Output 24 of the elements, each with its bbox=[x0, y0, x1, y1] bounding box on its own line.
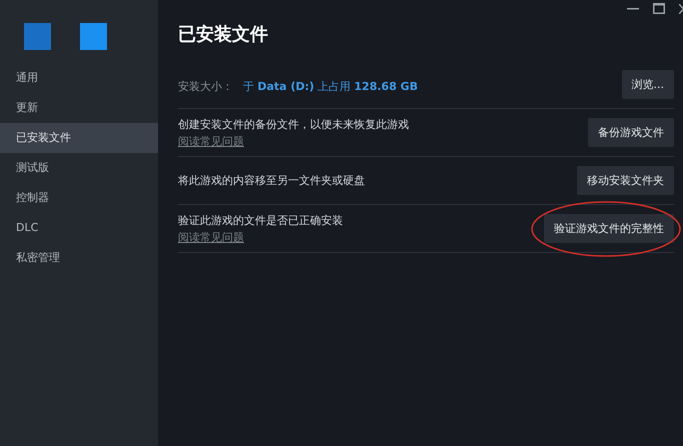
action-button[interactable]: 验证游戏文件的完整性 bbox=[544, 214, 674, 243]
action-button[interactable]: 备份游戏文件 bbox=[588, 118, 674, 147]
minimize-icon[interactable] bbox=[627, 8, 639, 10]
install-size-label: 安装大小： bbox=[178, 80, 233, 92]
sidebar-item[interactable]: 私密管理 bbox=[0, 243, 158, 273]
sidebar-item[interactable]: 通用 bbox=[0, 63, 158, 93]
maximize-icon[interactable] bbox=[653, 3, 665, 14]
close-icon[interactable] bbox=[679, 4, 683, 14]
action-button[interactable]: 移动安装文件夹 bbox=[577, 166, 674, 195]
sidebar-item[interactable]: DLC bbox=[0, 213, 158, 243]
faq-link[interactable]: 阅读常见问题 bbox=[178, 134, 409, 148]
browse-button[interactable]: 浏览... bbox=[622, 70, 674, 98]
sidebar-item[interactable]: 更新 bbox=[0, 93, 158, 123]
install-size-value: 于 Data (D:) 上占用 128.68 GB bbox=[243, 80, 418, 92]
page-title: 已安装文件 bbox=[178, 24, 268, 45]
square-icon bbox=[24, 23, 51, 50]
sidebar-item[interactable]: 已安装文件 bbox=[0, 123, 158, 153]
row-description: 验证此游戏的文件是否已正确安装 bbox=[178, 212, 343, 228]
sidebar-item[interactable]: 控制器 bbox=[0, 183, 158, 213]
row-description: 将此游戏的内容移至另一文件夹或硬盘 bbox=[178, 173, 365, 188]
square-icon bbox=[80, 23, 107, 50]
faq-link[interactable]: 阅读常见问题 bbox=[178, 230, 343, 244]
row-description: 创建安装文件的备份文件，以便未来恢复此游戏 bbox=[178, 116, 409, 132]
sidebar-item[interactable]: 测试版 bbox=[0, 153, 158, 183]
